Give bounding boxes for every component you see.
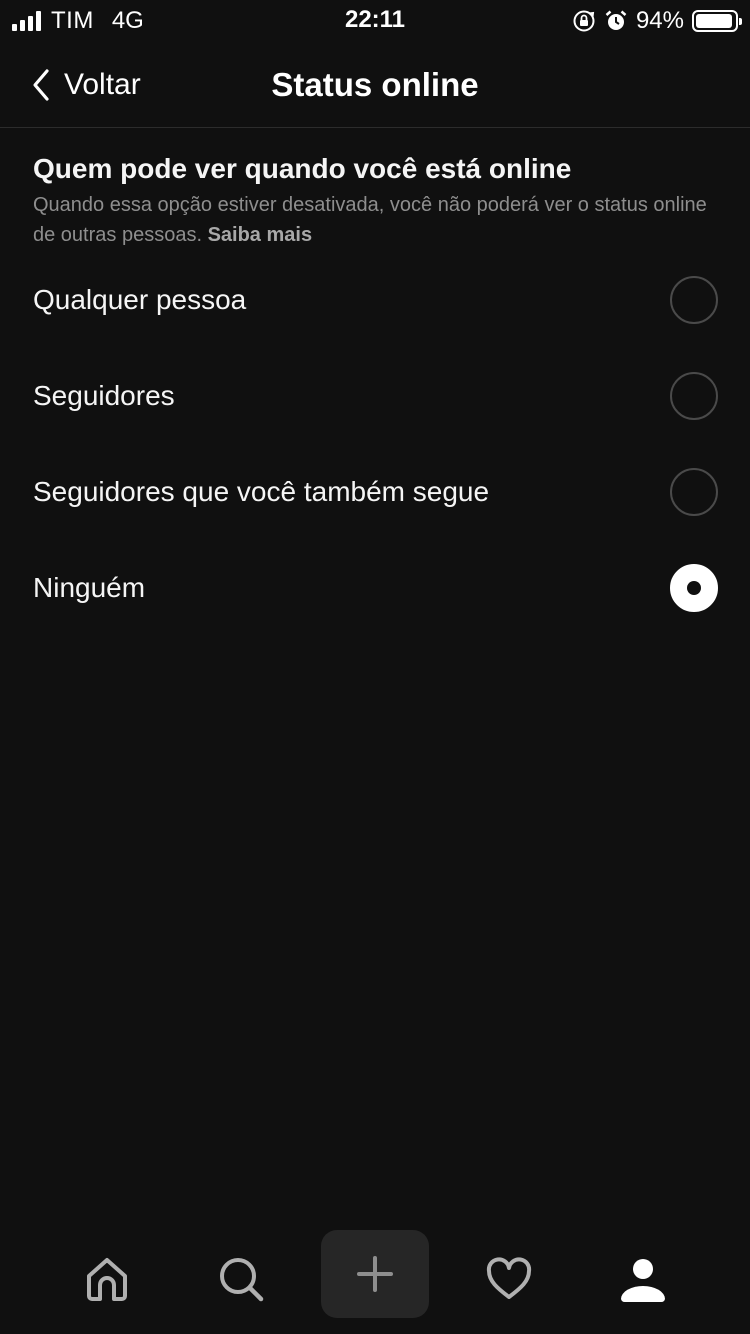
- option-label: Seguidores: [33, 380, 175, 411]
- page-title: Status online: [271, 66, 479, 103]
- radio-button[interactable]: [670, 276, 718, 324]
- tab-search[interactable]: [187, 1236, 295, 1322]
- battery-percent: 94%: [635, 7, 684, 34]
- description-text: Quando essa opção estiver desativada, vo…: [33, 194, 707, 246]
- status-bar: TIM 4G 22:11 94%: [0, 0, 750, 40]
- alarm-icon: [605, 10, 627, 30]
- profile-icon: [621, 1259, 665, 1303]
- navigation-header: Voltar Status online: [0, 40, 750, 128]
- online-status-section: Quem pode ver quando você está online Qu…: [33, 150, 720, 250]
- heart-icon: [486, 1257, 532, 1299]
- screen: TIM 4G 22:11 94% Voltar Status online Qu…: [0, 0, 750, 1334]
- tab-profile[interactable]: [589, 1236, 697, 1322]
- section-heading: Quem pode ver quando você está online: [33, 153, 572, 184]
- orientation-lock-icon: [573, 10, 595, 32]
- plus-icon: [357, 1256, 393, 1292]
- learn-more-link[interactable]: Saiba mais: [208, 224, 313, 246]
- battery-level: [696, 14, 732, 28]
- tab-home[interactable]: [53, 1236, 161, 1322]
- tab-activity[interactable]: [455, 1236, 563, 1322]
- option-label: Seguidores que você também segue: [33, 476, 490, 507]
- status-bar-right: 94%: [572, 6, 742, 36]
- option-label: Qualquer pessoa: [33, 284, 247, 315]
- option-anyone[interactable]: Qualquer pessoa: [0, 252, 750, 348]
- option-followers[interactable]: Seguidores: [0, 348, 750, 444]
- bottom-tab-bar: [0, 1230, 750, 1334]
- tab-create[interactable]: [321, 1230, 429, 1318]
- option-label: Ninguém: [33, 572, 146, 603]
- radio-button[interactable]: [670, 372, 718, 420]
- visibility-options: Qualquer pessoa Seguidores Seguidores qu…: [0, 252, 750, 636]
- option-no-one[interactable]: Ninguém: [0, 540, 750, 636]
- search-icon: [220, 1258, 264, 1302]
- radio-button[interactable]: [670, 564, 718, 612]
- radio-button[interactable]: [670, 468, 718, 516]
- home-icon: [87, 1258, 127, 1301]
- section-description: Quando essa opção estiver desativada, vo…: [33, 190, 723, 250]
- option-followers-you-follow[interactable]: Seguidores que você também segue: [0, 444, 750, 540]
- battery-icon: [692, 10, 742, 32]
